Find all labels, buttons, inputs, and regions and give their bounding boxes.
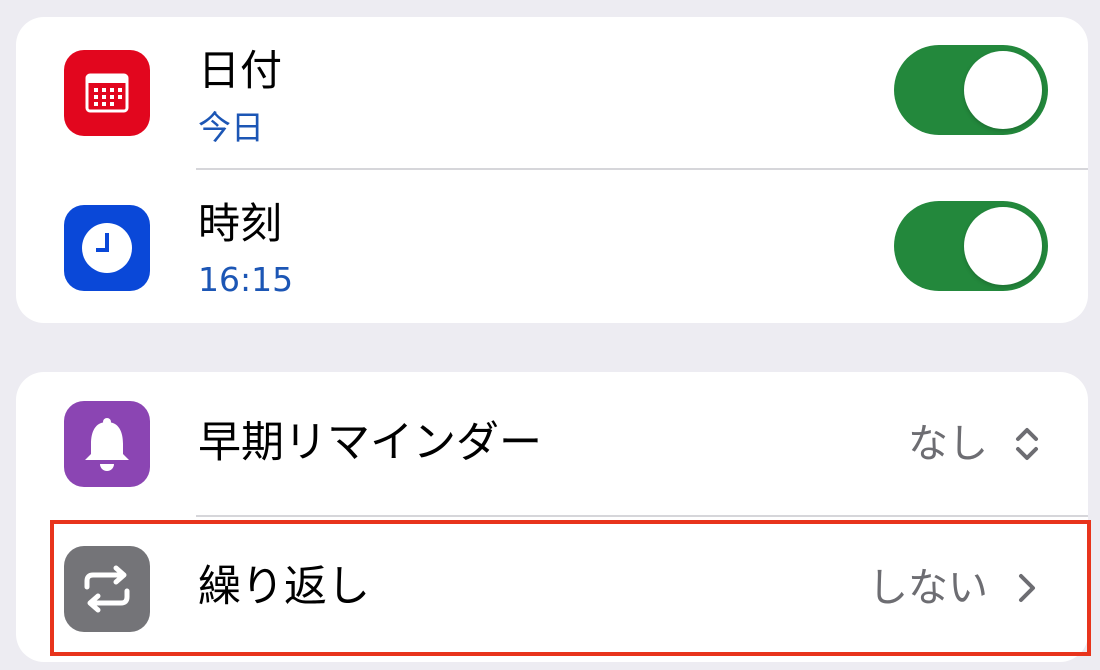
repeat-value: しない: [868, 565, 988, 611]
time-row[interactable]: 時刻 16:15: [16, 169, 1088, 323]
time-label: 時刻: [198, 199, 283, 248]
date-time-group: 日付 今日 時刻 16:15: [16, 17, 1088, 323]
chevron-right-icon: [1012, 566, 1042, 610]
repeat-row[interactable]: 繰り返し しない: [16, 516, 1088, 662]
repeat-icon: [64, 546, 150, 632]
early-reminder-row[interactable]: 早期リマインダー なし: [16, 372, 1088, 516]
clock-icon: [64, 205, 150, 291]
chevron-up-down-icon: [1012, 422, 1042, 466]
early-reminder-value: なし: [908, 421, 988, 467]
options-group: 早期リマインダー なし 繰り返し しない: [16, 372, 1088, 662]
calendar-icon: [64, 50, 150, 136]
time-value[interactable]: 16:15: [198, 263, 293, 296]
date-label: 日付: [198, 46, 283, 95]
date-row[interactable]: 日付 今日: [16, 17, 1088, 169]
date-toggle[interactable]: [894, 45, 1048, 135]
toggle-knob: [964, 207, 1042, 285]
toggle-knob: [964, 51, 1042, 129]
time-toggle[interactable]: [894, 201, 1048, 291]
date-value[interactable]: 今日: [198, 111, 264, 144]
bell-icon: [64, 401, 150, 487]
repeat-label: 繰り返し: [198, 562, 370, 612]
early-reminder-label: 早期リマインダー: [198, 418, 542, 468]
